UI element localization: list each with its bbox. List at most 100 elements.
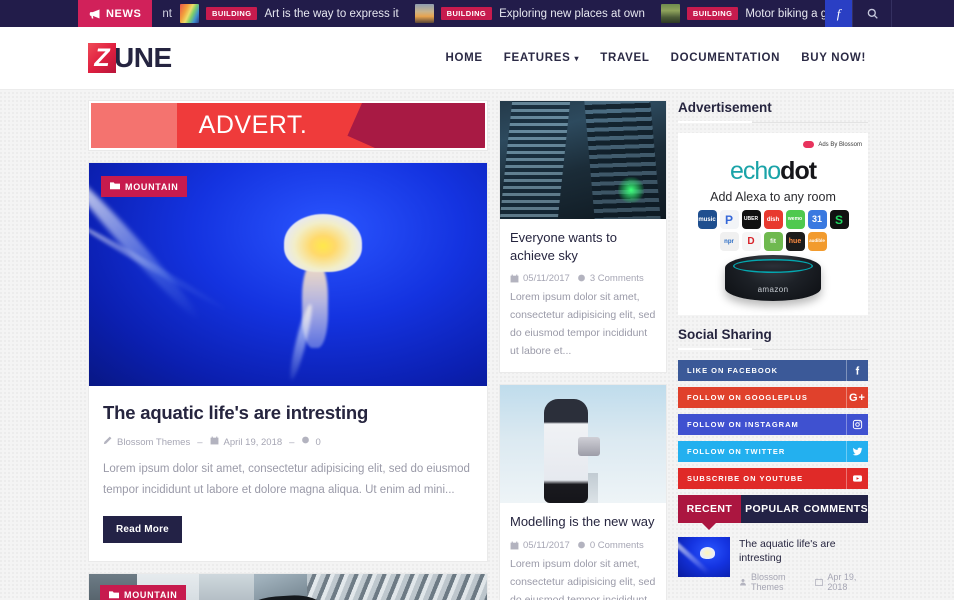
middle-post-comments-group[interactable]: 3 Comments xyxy=(577,273,644,284)
nav-item-home[interactable]: HOME xyxy=(445,52,482,64)
recent-post-text: The aquatic life's are intresting Blosso… xyxy=(739,537,868,592)
news-label-text: NEWS xyxy=(106,7,142,20)
recent-post-meta: Blossom Themes Apr 19, 2018 xyxy=(739,572,868,592)
main-column: ADVERT. MOUNTAIN The aquatic life's are … xyxy=(88,100,488,600)
read-more-button[interactable]: Read More xyxy=(103,515,182,543)
chevron-down-icon: ▾ xyxy=(574,53,580,63)
advertisement-widget-title: Advertisement xyxy=(678,100,868,123)
ads-by-label: Ads By Blossom xyxy=(803,141,862,148)
second-post-image[interactable]: MOUNTAIN xyxy=(89,573,487,600)
middle-post-meta: 05/11/2017 0 Comments xyxy=(510,540,656,551)
featured-post-image[interactable]: MOUNTAIN xyxy=(89,163,487,386)
comment-icon xyxy=(577,274,586,283)
featured-comment-count[interactable]: 0 xyxy=(315,437,320,448)
image-panel xyxy=(199,573,254,600)
search-icon[interactable] xyxy=(852,0,892,27)
ticker-item-1[interactable]: BUILDING Art is the way to express it xyxy=(180,4,415,23)
ticker-thumbnail-icon xyxy=(180,4,199,23)
social-button-youtube[interactable]: SUBSCRIBE ON YOUTUBE xyxy=(678,468,868,489)
ticker-item-2[interactable]: BUILDING Exploring new places at own xyxy=(414,4,661,23)
npr-news-icon: npr xyxy=(719,232,739,251)
middle-post-title[interactable]: Modelling is the new way xyxy=(510,513,656,531)
second-post-card: MOUNTAIN xyxy=(88,572,488,600)
featured-author[interactable]: Blossom Themes xyxy=(117,437,190,448)
social-button-facebook[interactable]: LIKE ON FACEBOOK xyxy=(678,360,868,381)
social-label-instagram: FOLLOW ON INSTAGRAM xyxy=(687,420,799,429)
middle-post-comments: 3 Comments xyxy=(589,273,644,285)
nav-item-travel[interactable]: TRAVEL xyxy=(600,52,649,64)
nav-label: DOCUMENTATION xyxy=(670,52,781,64)
amazon-music-icon: music xyxy=(697,210,717,229)
nav-item-features[interactable]: FEATURES ▾ xyxy=(504,52,579,64)
featured-category-label: MOUNTAIN xyxy=(125,181,179,192)
middle-post-image-2[interactable] xyxy=(500,385,666,504)
site-logo[interactable]: Z UNE xyxy=(88,41,172,75)
blossom-logo-icon xyxy=(803,141,815,148)
facebook-icon[interactable]: f xyxy=(825,0,852,27)
pencil-icon xyxy=(103,436,112,448)
social-button-googleplus[interactable]: FOLLOW ON GOOGLEPLUS G+ xyxy=(678,387,868,408)
featured-post-card: MOUNTAIN The aquatic life's are intresti… xyxy=(88,162,488,562)
decorative-streak xyxy=(89,223,231,315)
ticker-category-badge[interactable]: BUILDING xyxy=(686,7,739,20)
recent-post-thumbnail[interactable] xyxy=(678,537,730,577)
dominos-icon: D xyxy=(741,232,761,251)
tab-popular[interactable]: POPULAR xyxy=(740,495,804,523)
recent-author-group: Blossom Themes xyxy=(739,572,806,592)
middle-post-title[interactable]: Everyone wants to achieve sky xyxy=(510,229,656,264)
middle-post-body-2: Modelling is the new way 05/11/2017 0 Co… xyxy=(500,503,666,600)
ticker-partial-text: nt xyxy=(162,7,172,20)
green-light-glow xyxy=(618,177,644,203)
middle-post-excerpt: Lorem ipsum dolor sit amet, consectetur … xyxy=(510,291,656,357)
ticker-right-spacer xyxy=(892,0,954,27)
featured-post-title[interactable]: The aquatic life's are intresting xyxy=(103,402,473,424)
youtube-icon xyxy=(846,468,868,489)
echo-dot-tagline: Add Alexa to any room xyxy=(710,190,836,204)
main-navigation: HOME FEATURES ▾ TRAVEL DOCUMENTATION BUY… xyxy=(445,52,866,64)
echo-dot-device-image xyxy=(725,255,821,301)
jellyfish-stem xyxy=(302,263,328,349)
social-label-youtube: SUBSCRIBE ON YOUTUBE xyxy=(687,474,804,483)
calendar-icon xyxy=(815,578,824,587)
social-label-googleplus: FOLLOW ON GOOGLEPLUS xyxy=(687,393,808,402)
facebook-icon xyxy=(846,360,868,381)
ticker-category-badge[interactable]: BUILDING xyxy=(206,7,258,20)
tab-recent[interactable]: RECENT xyxy=(678,495,741,530)
second-post-category-badge[interactable]: MOUNTAIN xyxy=(100,584,187,600)
echo-dot-advertisement[interactable]: Ads By Blossom echodot Add Alexa to any … xyxy=(678,133,868,315)
recent-post-title[interactable]: The aquatic life's are intresting xyxy=(739,537,868,565)
nav-item-documentation[interactable]: DOCUMENTATION xyxy=(671,52,781,64)
social-button-instagram[interactable]: FOLLOW ON INSTAGRAM xyxy=(678,414,868,435)
dish-icon: dish xyxy=(763,210,783,229)
spotify-icon: S xyxy=(829,210,849,229)
ticker-item-title[interactable]: Art is the way to express it xyxy=(264,8,398,20)
site-header: Z UNE HOME FEATURES ▾ TRAVEL DOCUMENTATI… xyxy=(0,27,954,90)
nav-label: BUY NOW! xyxy=(801,52,866,64)
featured-category-badge[interactable]: MOUNTAIN xyxy=(101,176,188,197)
nav-label: HOME xyxy=(445,52,483,64)
ticker-thumbnail-icon xyxy=(660,4,680,23)
nav-label: FEATURES xyxy=(503,52,571,64)
featured-post-body: The aquatic life's are intresting Blosso… xyxy=(89,386,487,561)
ticker-left-spacer xyxy=(0,0,78,27)
instagram-icon xyxy=(846,414,868,435)
recent-post-item[interactable]: The aquatic life's are intresting Blosso… xyxy=(678,537,868,592)
middle-post-date: 05/11/2017 xyxy=(523,273,570,285)
social-label-twitter: FOLLOW ON TWITTER xyxy=(687,447,786,456)
googleplus-icon: G+ xyxy=(846,387,868,408)
ticker-category-badge[interactable]: BUILDING xyxy=(440,7,493,20)
featured-date: April 19, 2018 xyxy=(223,436,283,448)
middle-post-date: 05/11/2017 xyxy=(523,540,570,552)
tab-comments[interactable]: COMMENTS xyxy=(803,495,869,523)
advert-banner[interactable]: ADVERT. xyxy=(88,100,488,151)
ticker-item-title[interactable]: Exploring new places at own xyxy=(499,8,645,20)
social-button-twitter[interactable]: FOLLOW ON TWITTER xyxy=(678,441,868,462)
middle-post-comments-group[interactable]: 0 Comments xyxy=(577,540,644,551)
ticker-item-title[interactable]: Motor biking a great way to express xyxy=(745,8,825,20)
middle-post-meta: 05/11/2017 3 Comments xyxy=(510,273,656,284)
nav-item-buy-now[interactable]: BUY NOW! xyxy=(801,52,866,64)
wemo-icon: wemo xyxy=(785,210,805,229)
middle-post-image-1[interactable] xyxy=(500,101,666,219)
ticker-item-3[interactable]: BUILDING Motor biking a great way to exp… xyxy=(660,4,825,23)
image-ceiling xyxy=(307,573,487,600)
